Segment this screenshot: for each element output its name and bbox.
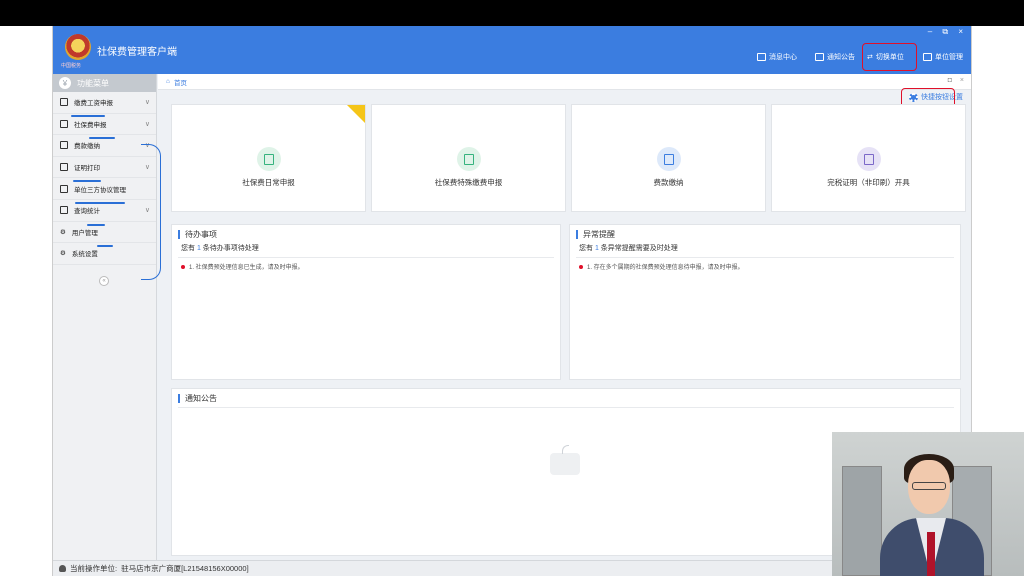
printer-icon [856, 147, 881, 171]
card-label: 社保费日常申报 [242, 178, 295, 187]
todo-summary-suffix: 条待办事项待处理 [200, 245, 259, 252]
announcements-title-text: 通知公告 [185, 393, 217, 403]
sidebar-header-label: 功能菜单 [77, 78, 109, 88]
alerts-item-text: 1. 存在多个属期的社保费预处理信息待申报，请及时申报。 [587, 265, 744, 271]
presenter-glasses [912, 482, 946, 490]
unit-management-label: 单位管理 [935, 54, 963, 61]
alerts-title: 异常提醒 [570, 225, 960, 243]
annotation-underline [73, 180, 101, 182]
annotation-highlight-switch-unit [862, 43, 917, 71]
annotation-underline [97, 245, 113, 247]
card-payment[interactable]: 费款缴纳 [571, 104, 766, 212]
message-center-label: 消息中心 [769, 54, 797, 61]
unit-icon [923, 53, 932, 61]
book-icon [60, 141, 68, 150]
todo-panel: 待办事项 您有 1 条待办事项待处理 1. 社保费预处理信息已生成，请及时申报。 [171, 224, 561, 380]
chevron-down-icon: ∨ [144, 120, 150, 128]
alerts-panel: 异常提醒 您有 1 条异常提醒需要及时处理 1. 存在多个属期的社保费预处理信息… [569, 224, 961, 380]
logo-caption: 中国税务 [61, 63, 82, 69]
gear-icon: ⚙ [60, 228, 66, 236]
message-icon [757, 53, 766, 61]
status-value: 驻马店市京广商厦[L21548156X00000] [121, 564, 249, 573]
presenter-tie [927, 532, 935, 576]
card-label: 社保费特殊缴费申报 [434, 178, 503, 187]
edit-icon [60, 98, 68, 107]
calendar-icon [456, 147, 481, 171]
todo-title: 待办事项 [172, 225, 560, 243]
annotation-underline [71, 115, 105, 117]
alerts-summary-prefix: 您有 [579, 245, 595, 252]
notice-label: 通知公告 [827, 54, 855, 61]
app-title: 社保费管理客户端 [97, 47, 177, 58]
alerts-summary-suffix: 条异常提醒需要及时处理 [598, 245, 678, 252]
yen-icon: ¥ [59, 77, 71, 89]
sidebar-item-label: 查询统计 [74, 208, 100, 216]
sidebar-item-label: 系统设置 [71, 251, 98, 259]
gear-icon: ⚙ [60, 250, 66, 258]
list-item[interactable]: 1. 社保费预处理信息已生成，请及时申报。 [172, 258, 560, 271]
webcam-overlay [832, 432, 1024, 576]
list-item[interactable]: 1. 存在多个属期的社保费预处理信息待申报，请及时申报。 [570, 258, 960, 271]
card-tax-certificate[interactable]: 完税证明（非印刷）开具 [771, 104, 966, 212]
breadcrumb: ⌂ 首页 ◘ × [158, 74, 971, 90]
sidebar-item-label: 费款缴纳 [74, 143, 100, 151]
annotation-underline [89, 137, 115, 139]
announcements-title: 通知公告 [172, 389, 960, 407]
todo-item-text: 1. 社保费预处理信息已生成，请及时申报。 [189, 265, 304, 271]
message-center-button[interactable]: 消息中心 [757, 49, 797, 65]
sidebar-header: ¥ 功能菜单 [53, 74, 156, 92]
unit-management-button[interactable]: 单位管理 [923, 49, 963, 65]
annotation-underline [87, 224, 105, 226]
todo-summary-prefix: 您有 [181, 245, 197, 252]
window-controls[interactable]: – ⧉ × [928, 27, 967, 37]
sidebar-item-wage-declaration[interactable]: 缴费工资申报 ∨ [53, 92, 156, 114]
chart-icon [60, 206, 68, 215]
tab-controls[interactable]: ◘ × [948, 77, 967, 84]
app-header: 中国税务 社保费管理客户端 – ⧉ × 消息中心 通知公告 ⇄ 切换单位 单位管… [53, 26, 971, 74]
sidebar-item-label: 证明打印 [74, 165, 100, 173]
chevron-down-icon: ∨ [144, 99, 150, 106]
form-icon [60, 119, 68, 128]
tax-emblem-logo [65, 34, 91, 60]
sidebar-item-label: 用户管理 [71, 229, 98, 237]
book-icon [656, 147, 681, 171]
print-icon [60, 163, 68, 172]
sidebar-item-label: 社保费申报 [74, 121, 107, 129]
todo-title-text: 待办事项 [185, 229, 217, 239]
user-icon [59, 565, 66, 572]
alerts-summary: 您有 1 条异常提醒需要及时处理 [570, 243, 960, 257]
sidebar-item-label: 缴费工资申报 [74, 100, 113, 108]
card-daily-declaration[interactable]: 社保费日常申报 [171, 104, 366, 212]
calendar-icon [256, 147, 281, 171]
sidebar-collapse-button[interactable]: « [99, 276, 109, 286]
background-cabinet [842, 466, 882, 576]
home-icon: ⌂ [166, 78, 170, 85]
annotation-underline [75, 202, 125, 204]
notice-icon [815, 53, 824, 61]
notice-button[interactable]: 通知公告 [815, 49, 855, 65]
sidebar-item-label: 单位三方协议管理 [74, 186, 126, 194]
video-letterbox [0, 0, 1024, 26]
todo-summary: 您有 1 条待办事项待处理 [172, 243, 560, 257]
book-icon [60, 184, 68, 193]
sidebar-item-social-security-declaration[interactable]: 社保费申报 ∨ [53, 114, 156, 136]
breadcrumb-home[interactable]: 首页 [174, 77, 187, 87]
alerts-title-text: 异常提醒 [583, 229, 615, 239]
sidebar: ¥ 功能菜单 缴费工资申报 ∨ 社保费申报 ∨ 费款缴纳 ∨ 证明打印 ∨ 单位三方协议… [53, 74, 161, 560]
empty-state-icon [550, 445, 580, 475]
card-label: 费款缴纳 [653, 178, 684, 187]
status-label: 当前操作单位: [70, 564, 118, 573]
card-label: 完税证明（非印刷）开具 [827, 178, 910, 187]
annotation-bracket [141, 144, 161, 280]
card-special-declaration[interactable]: 社保费特殊缴费申报 [371, 104, 566, 212]
corner-flag [347, 105, 365, 123]
